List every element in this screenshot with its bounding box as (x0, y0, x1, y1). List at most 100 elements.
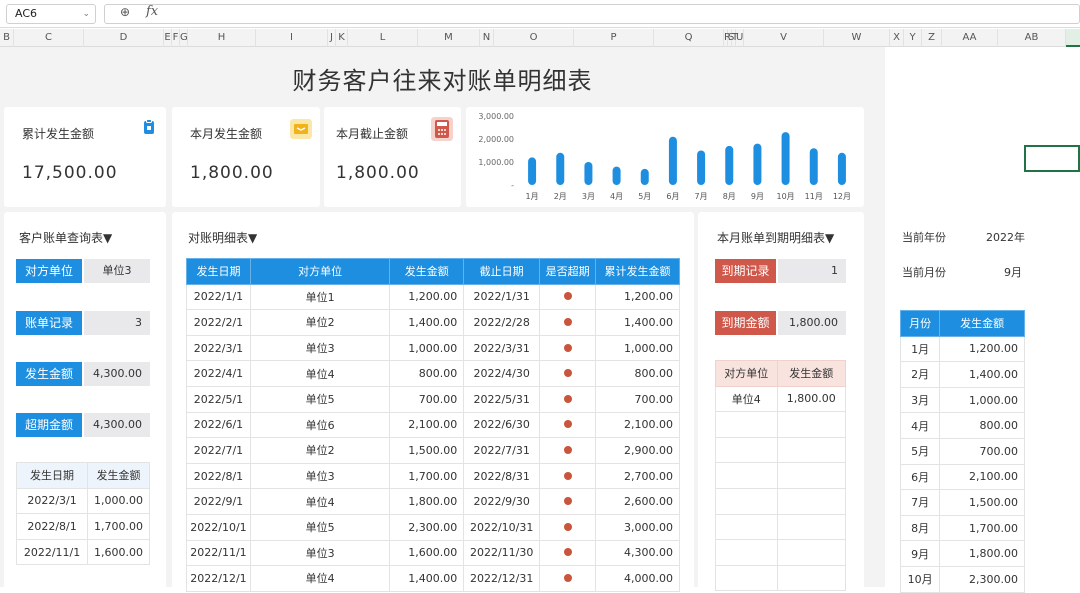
table-cell: 10月 (899, 565, 941, 593)
query-title[interactable]: 客户账单查询表▼ (19, 229, 112, 246)
formula-input[interactable] (104, 4, 1080, 24)
table-cell: 2022/12/1 (186, 565, 251, 592)
table-cell: 2022/8/1 (15, 513, 89, 540)
table-cell: 2,100.00 (595, 411, 680, 439)
dashboard: 财务客户往来对账单明细表 累计发生金额 17,500.00 本月发生金额 1,8… (0, 47, 885, 592)
name-box[interactable]: AC6 ⌄ (6, 4, 96, 24)
zoom-icon[interactable]: ⊕ (120, 5, 130, 19)
column-header-k[interactable]: K (336, 29, 348, 47)
column-header-m[interactable]: M (418, 29, 480, 47)
table-cell: 1,500.00 (389, 437, 465, 464)
calculator-icon (431, 117, 453, 141)
overdue-indicator-cell (539, 513, 597, 541)
table-cell: 2022/8/31 (463, 462, 541, 490)
table-cell: 2022/10/1 (186, 513, 251, 541)
column-header-b[interactable]: B (0, 29, 14, 47)
column-header-v[interactable]: V (744, 29, 824, 47)
table-cell: 单位1 (249, 283, 391, 311)
table-cell: 1,200.00 (389, 283, 465, 311)
bar (781, 132, 790, 185)
amount-value: 4,300.00 (84, 362, 150, 386)
x-tick-label: 10月 (776, 192, 794, 201)
column-header-l[interactable]: L (348, 29, 418, 47)
table-cell: 1,000.00 (595, 334, 680, 362)
table-cell: 2022/11/1 (15, 538, 89, 566)
column-header-x[interactable]: X (890, 29, 904, 47)
table-cell: 1,000.00 (389, 334, 465, 362)
column-header-g[interactable]: G (180, 29, 188, 47)
table-cell: 2月 (899, 361, 941, 388)
column-header-u[interactable]: U (736, 29, 744, 47)
detail-header-cell: 累计发生金额 (595, 258, 680, 285)
x-tick-label: 6月 (666, 192, 679, 201)
column-header-w[interactable]: W (824, 29, 890, 47)
x-tick-label: 1月 (526, 192, 539, 201)
overdue-indicator-cell (539, 565, 597, 592)
table-cell: 单位2 (249, 309, 391, 336)
name-box-value: AC6 (15, 7, 38, 20)
column-header-n[interactable]: N (480, 29, 494, 47)
table-row: 单位4 1,800.00 (715, 385, 847, 413)
table-cell: 2022/3/1 (15, 487, 89, 515)
chevron-down-icon[interactable]: ⌄ (82, 5, 90, 23)
table-row: 5月 700.00 (899, 437, 1025, 465)
table-cell: 2,700.00 (595, 462, 680, 490)
column-header-i[interactable]: I (256, 29, 328, 47)
overdue-indicator-cell (539, 539, 597, 567)
table-cell: 2022/5/31 (463, 385, 541, 413)
column-header-ab[interactable]: AB (998, 29, 1066, 47)
ticket-icon (290, 119, 312, 139)
column-header-f[interactable]: F (172, 29, 180, 47)
table-cell: 7月 (899, 489, 941, 516)
year-value: 2022年 (986, 231, 1025, 244)
table-row: 2022/5/1 单位5 700.00 2022/5/31 700.00 (186, 385, 680, 413)
column-header-q[interactable]: Q (654, 29, 724, 47)
column-header-z[interactable]: Z (922, 29, 942, 47)
due-header-party: 对方单位 (715, 360, 778, 387)
column-header-d[interactable]: D (84, 29, 164, 47)
overdue-indicator-cell (539, 437, 597, 464)
table-row: 3月 1,000.00 (899, 386, 1025, 414)
side-area: 当前年份 2022年 当前月份 9月 月份 发生金额 1月 1,200.00 2月 1,… (885, 47, 1080, 593)
column-header-y[interactable]: Y (904, 29, 922, 47)
month-value: 9月 (1004, 266, 1022, 279)
x-tick-label: 11月 (805, 192, 823, 201)
table-cell: 1,600.00 (87, 538, 150, 566)
year-label: 当前年份 (902, 231, 946, 244)
table-cell: 800.00 (389, 360, 465, 387)
table-cell: 2022/7/31 (463, 437, 541, 464)
column-header-h[interactable]: H (188, 29, 256, 47)
table-cell: 单位4 (249, 565, 391, 592)
column-header-p[interactable]: P (574, 29, 654, 47)
column-header-c[interactable]: C (14, 29, 84, 47)
bar (725, 145, 734, 185)
overdue-indicator-cell (539, 334, 597, 362)
column-header-ac[interactable]: AC (1066, 29, 1080, 47)
records-value: 3 (84, 311, 150, 335)
due-amount-value: 1,800.00 (778, 311, 846, 335)
table-row: 8月 1,700.00 (899, 514, 1025, 542)
selected-cell[interactable] (1024, 145, 1080, 172)
due-title[interactable]: 本月账单到期明细表▼ (717, 229, 834, 246)
y-tick-label: 1,000.00 (478, 158, 514, 167)
overdue-dot-icon (563, 343, 572, 352)
detail-title[interactable]: 对账明细表▼ (188, 229, 257, 246)
table-cell: 1,700.00 (389, 462, 465, 490)
column-header-j[interactable]: J (328, 29, 336, 47)
function-icon[interactable]: fx (146, 4, 158, 19)
overdue-dot-icon (563, 420, 572, 429)
table-cell: 1,000.00 (87, 487, 150, 515)
party-select[interactable]: 单位3 (84, 259, 150, 283)
table-cell: 单位3 (249, 539, 391, 567)
table-cell: 1,600.00 (389, 539, 465, 567)
table-row (715, 436, 847, 464)
detail-panel: 对账明细表▼ 发生日期 对方单位 发生金额 截止日期 是否超期 累计发生金额 2022/1… (172, 212, 694, 592)
table-cell: 2022/1/31 (463, 283, 541, 311)
x-tick-label: 9月 (751, 192, 764, 201)
column-header-aa[interactable]: AA (942, 29, 998, 47)
column-header-o[interactable]: O (494, 29, 574, 47)
column-header-e[interactable]: E (164, 29, 172, 47)
table-cell: 2022/9/1 (186, 488, 251, 515)
x-tick-label: 5月 (638, 192, 651, 201)
kpi-label: 累计发生金额 (22, 127, 95, 141)
